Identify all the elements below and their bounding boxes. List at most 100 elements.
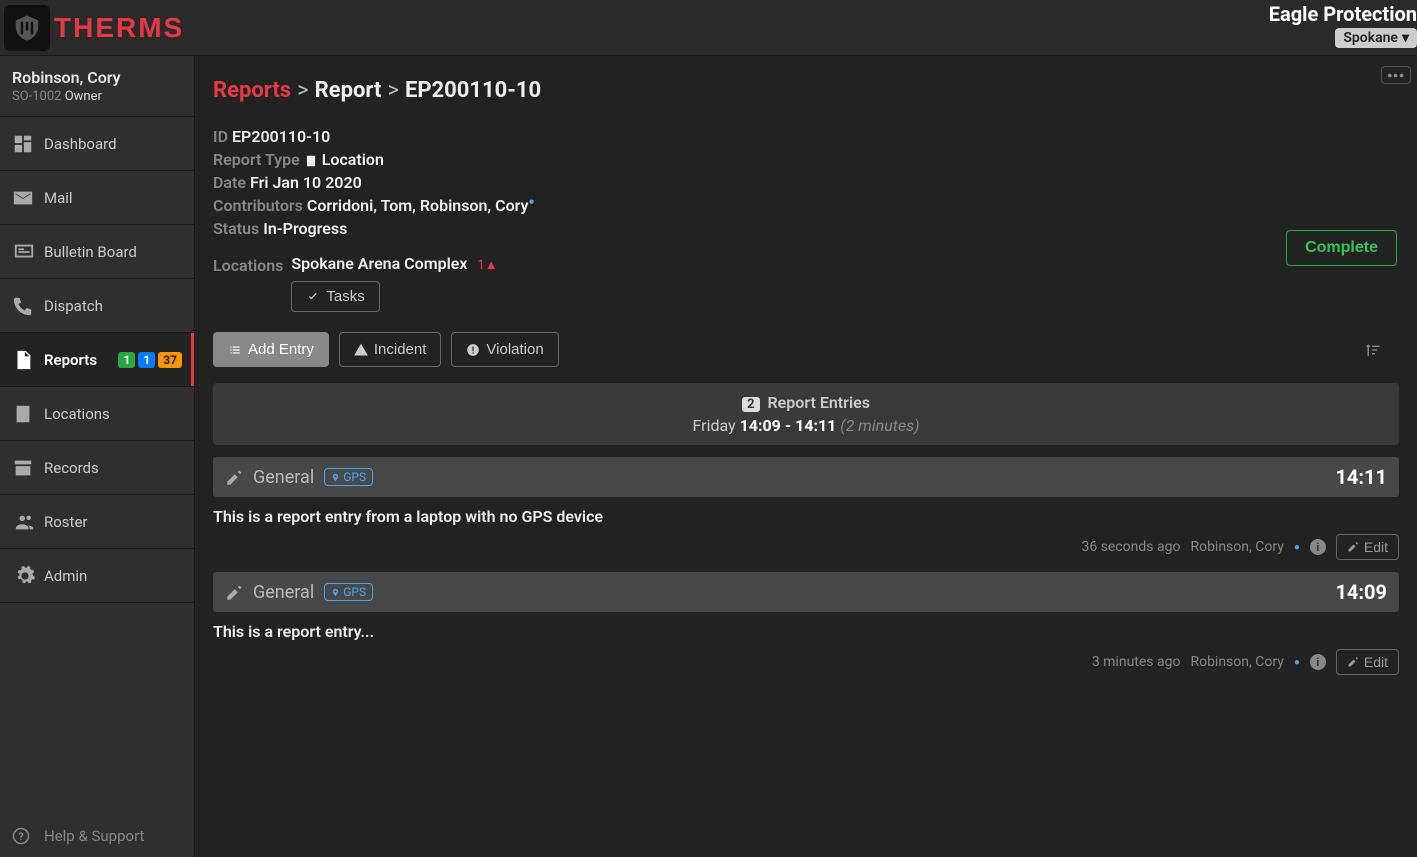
meta-label-type: Report Type (213, 150, 300, 169)
user-sub: SO-1002 Owner (12, 89, 182, 104)
sidebar-item-label: Dispatch (44, 297, 182, 315)
main-content: ••• Reports > Report > EP200110-10 IDEP2… (195, 56, 1417, 857)
entries-range: 14:09 - 14:11 (740, 416, 837, 435)
meta-label-id: ID (213, 127, 228, 146)
breadcrumb: Reports > Report > EP200110-10 (195, 74, 1417, 115)
records-icon (12, 457, 44, 479)
entry-footer: 36 seconds ago Robinson, Cory ● i Edit (213, 534, 1399, 560)
dispatch-icon (12, 295, 44, 317)
user-box[interactable]: Robinson, Cory SO-1002 Owner (0, 56, 194, 117)
breadcrumb-mid: Report (315, 78, 382, 103)
meta-status: In-Progress (263, 219, 347, 238)
author-indicator-icon: ● (1294, 542, 1300, 553)
entry-ago: 3 minutes ago (1092, 654, 1181, 670)
help-label: Help & Support (44, 827, 144, 845)
gps-badge[interactable]: GPS (324, 468, 373, 486)
report-entry: General GPS 14:09 This is a report entry… (213, 572, 1399, 675)
sidebar-item-locations[interactable]: Locations (0, 387, 194, 441)
location-label: Spokane (1343, 30, 1398, 46)
meta-label-contrib: Contributors (213, 196, 303, 215)
app-logo-icon (4, 5, 50, 51)
check-icon (306, 290, 320, 304)
entry-header[interactable]: General GPS 14:11 (213, 457, 1399, 497)
edit-icon (1347, 541, 1359, 553)
breadcrumb-leaf: EP200110-10 (405, 78, 541, 103)
sidebar-item-label: Bulletin Board (44, 243, 182, 261)
exclamation-icon (466, 343, 480, 357)
info-icon[interactable]: i (1310, 539, 1326, 555)
locations-row: Locations Spokane Arena Complex 1▲ Tasks (195, 250, 1417, 316)
edit-entry-button[interactable]: Edit (1336, 649, 1399, 675)
edit-entry-button[interactable]: Edit (1336, 534, 1399, 560)
sidebar-item-dispatch[interactable]: Dispatch (0, 279, 194, 333)
top-header: THERMS Eagle Protection Spokane ▾ (0, 0, 1417, 56)
sidebar-item-bulletin-board[interactable]: Bulletin Board (0, 225, 194, 279)
sidebar-item-label: Mail (44, 189, 182, 207)
location-dropdown[interactable]: Spokane ▾ (1335, 28, 1417, 48)
entries-day: Friday (693, 416, 736, 435)
complete-button[interactable]: Complete (1286, 230, 1397, 266)
help-icon: ? (12, 827, 44, 845)
breadcrumb-sep: > (387, 78, 399, 103)
sidebar-item-label: Reports (44, 351, 118, 369)
entry-body: This is a report entry from a laptop wit… (213, 497, 1399, 526)
entry-time: 14:11 (1335, 465, 1387, 489)
entry-time: 14:09 (1335, 580, 1387, 604)
sidebar-item-label: Locations (44, 405, 182, 423)
meta-label-locations: Locations (213, 254, 283, 275)
sidebar: Robinson, Cory SO-1002 Owner Dashboard M… (0, 56, 195, 857)
sidebar-item-label: Roster (44, 513, 182, 531)
badge-orange: 37 (158, 352, 182, 368)
meta-id: EP200110-10 (232, 127, 330, 146)
author-indicator-icon: ● (1294, 657, 1300, 668)
reports-icon (12, 349, 44, 371)
gps-badge[interactable]: GPS (324, 583, 373, 601)
sort-button[interactable] (1363, 340, 1399, 360)
meta-contrib: Corridoni, Tom, Robinson, Cory (307, 196, 529, 215)
entry-type: General (253, 467, 314, 488)
badge-blue: 1 (138, 352, 155, 368)
entry-body: This is a report entry... (213, 612, 1399, 641)
sidebar-item-dashboard[interactable]: Dashboard (0, 117, 194, 171)
entry-ago: 36 seconds ago (1081, 539, 1180, 555)
roster-icon (12, 511, 44, 533)
help-support-link[interactable]: ? Help & Support (0, 815, 194, 857)
location-name[interactable]: Spokane Arena Complex (291, 254, 467, 273)
entries-label: Report Entries (768, 393, 870, 412)
org-name: Eagle Protection (1269, 2, 1417, 26)
dashboard-icon (12, 133, 44, 155)
breadcrumb-sep: > (297, 78, 309, 103)
entry-footer: 3 minutes ago Robinson, Cory● i Edit (213, 649, 1399, 675)
info-icon[interactable]: i (1310, 654, 1326, 670)
caret-down-icon: ▾ (1402, 30, 1409, 46)
location-alert-icon: 1▲ (477, 258, 497, 273)
mail-icon (12, 187, 44, 209)
breadcrumb-root[interactable]: Reports (213, 78, 291, 103)
sidebar-item-roster[interactable]: Roster (0, 495, 194, 549)
warning-icon (354, 343, 368, 357)
building-icon (304, 150, 318, 169)
sidebar-item-label: Records (44, 459, 182, 477)
svg-text:?: ? (18, 830, 23, 843)
entries-duration: (2 minutes) (840, 416, 919, 435)
violation-button[interactable]: Violation (451, 332, 558, 367)
report-entry: General GPS 14:11 This is a report entry… (213, 457, 1399, 560)
entry-author: Robinson, Cory (1190, 539, 1283, 555)
sidebar-item-mail[interactable]: Mail (0, 171, 194, 225)
pin-icon (331, 588, 340, 597)
incident-button[interactable]: Incident (339, 332, 442, 367)
entry-type: General (253, 582, 314, 603)
add-entry-button[interactable]: Add Entry (213, 332, 329, 367)
sidebar-item-reports[interactable]: Reports 1 1 37 (0, 333, 194, 387)
tasks-button[interactable]: Tasks (291, 281, 379, 312)
locations-icon (12, 403, 44, 425)
sidebar-item-admin[interactable]: Admin (0, 549, 194, 603)
brand-name: THERMS (54, 12, 184, 44)
meta-type: Location (322, 150, 384, 169)
sidebar-item-records[interactable]: Records (0, 441, 194, 495)
org-area: Eagle Protection Spokane ▾ (1269, 2, 1417, 48)
sidebar-item-label: Admin (44, 567, 182, 585)
edit-icon (1347, 656, 1359, 668)
more-options-button[interactable]: ••• (1381, 66, 1411, 84)
entry-header[interactable]: General GPS 14:09 (213, 572, 1399, 612)
